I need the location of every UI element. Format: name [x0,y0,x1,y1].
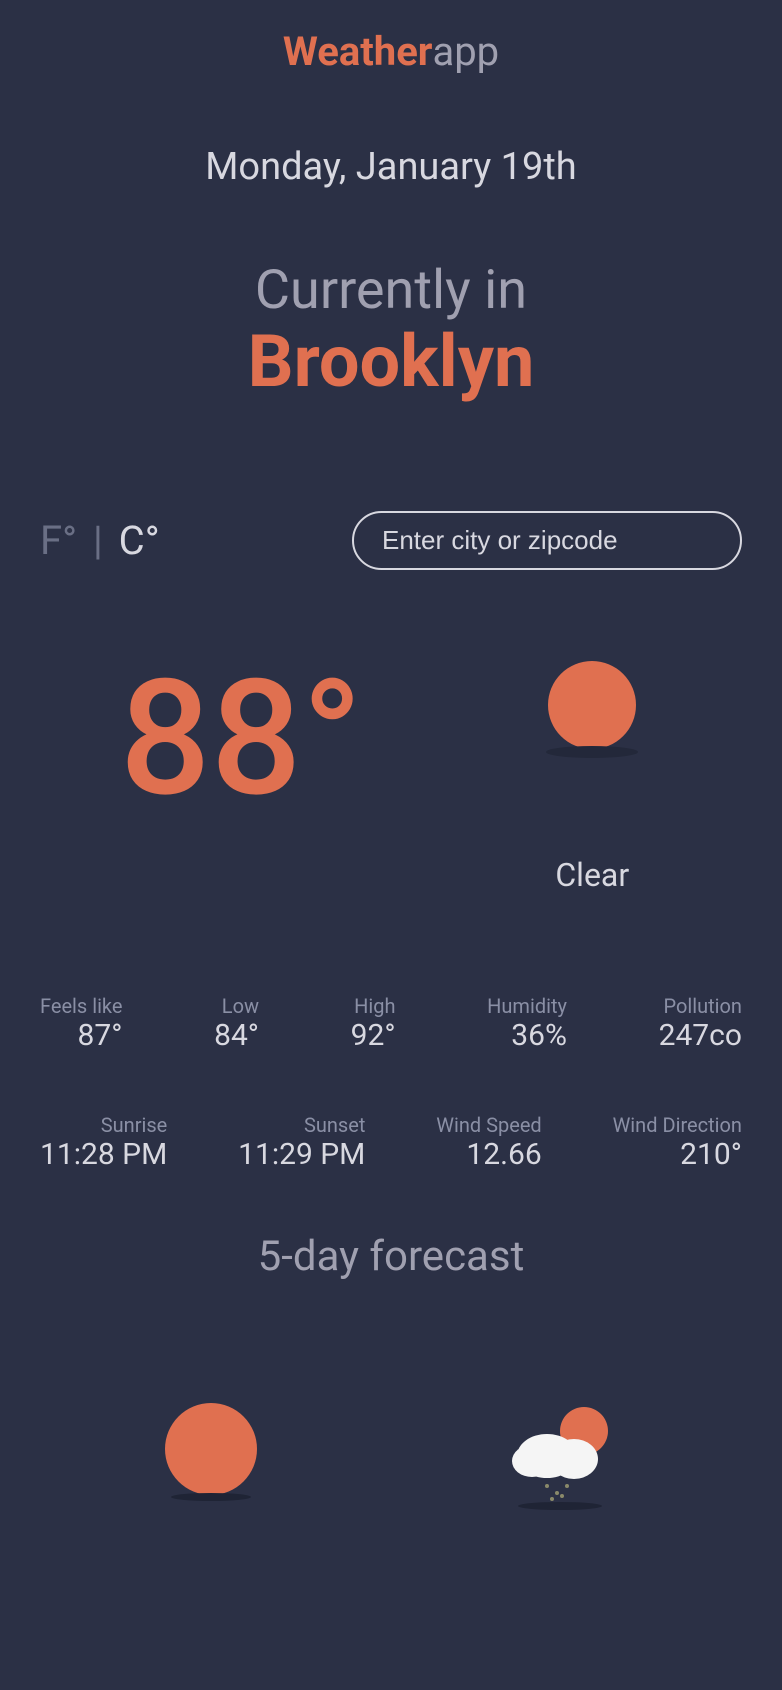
stat-value: 36% [487,1018,567,1053]
forecast-item[interactable] [502,1401,622,1511]
stat-label: Low [214,994,259,1018]
stat-value: 11:28 PM [40,1137,167,1172]
stat-high: High 92° [351,994,396,1053]
stat-value: 92° [351,1018,396,1053]
forecast-row [40,1401,742,1511]
stat-value: 84° [214,1018,259,1053]
condition-label: Clear [522,856,662,894]
app-logo: Weatherapp [40,28,742,75]
stat-label: Pollution [659,994,742,1018]
stat-value: 87° [40,1018,122,1053]
sun-icon [522,660,662,800]
stat-low: Low 84° [214,994,259,1053]
stat-label: Wind Speed [436,1113,542,1137]
city-name: Brooklyn [40,322,742,401]
currently-label: Currently in [40,259,742,322]
stat-label: Sunrise [40,1113,167,1137]
logo-bold: Weather [283,28,433,75]
unit-toggle[interactable]: F° | C° [40,517,160,564]
stat-value: 12.66 [436,1137,542,1172]
forecast-item[interactable] [161,1401,261,1511]
stat-wind-speed: Wind Speed 12.66 [436,1113,542,1172]
sun-icon [161,1401,261,1501]
current-temperature: 88° [120,660,363,820]
stat-label: High [351,994,396,1018]
stat-label: Sunset [238,1113,365,1137]
stat-pollution: Pollution 247co [659,994,742,1053]
stat-value: 247co [659,1018,742,1053]
stat-label: Wind Direction [613,1113,742,1137]
stat-value: 11:29 PM [238,1137,365,1172]
stat-feels-like: Feels like 87° [40,994,122,1053]
stat-sunset: Sunset 11:29 PM [238,1113,365,1172]
stat-wind-direction: Wind Direction 210° [613,1113,742,1172]
stat-label: Feels like [40,994,122,1018]
stat-humidity: Humidity 36% [487,994,567,1053]
stats-row-1: Feels like 87° Low 84° High 92° Humidity… [40,994,742,1053]
search-input[interactable] [352,511,742,570]
unit-fahrenheit[interactable]: F° [40,517,77,564]
forecast-title: 5-day forecast [40,1232,742,1281]
stats-row-2: Sunrise 11:28 PM Sunset 11:29 PM Wind Sp… [40,1113,742,1172]
logo-light: app [432,28,499,75]
current-date: Monday, January 19th [40,145,742,189]
unit-separator: | [93,517,103,564]
rain-sun-icon [502,1401,622,1511]
stat-value: 210° [613,1137,742,1172]
stat-label: Humidity [487,994,567,1018]
unit-celsius[interactable]: C° [119,517,160,564]
stat-sunrise: Sunrise 11:28 PM [40,1113,167,1172]
